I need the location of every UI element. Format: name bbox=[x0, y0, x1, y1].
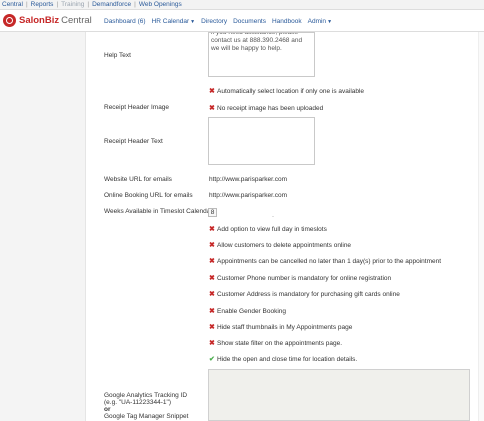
x-mark-icon: ✖ bbox=[209, 324, 215, 331]
auto-select-location-option[interactable]: ✖ Automatically select location if only … bbox=[209, 87, 365, 96]
x-mark-icon: ✖ bbox=[209, 308, 215, 315]
brand[interactable]: SalonBiz Central bbox=[3, 14, 92, 27]
salonbiz-logo-icon bbox=[3, 14, 16, 27]
nav-dashboard[interactable]: Dashboard (6) bbox=[104, 18, 146, 25]
x-mark-icon: ✖ bbox=[209, 88, 215, 95]
nav-hr-calendar-label: HR Calendar bbox=[151, 17, 190, 25]
option-phone-mandatory[interactable]: ✖ Customer Phone number is mandatory for… bbox=[209, 274, 392, 283]
option-label: Customer Phone number is mandatory for o… bbox=[217, 274, 392, 282]
ga-label-line1: Google Analytics Tracking ID bbox=[104, 392, 188, 399]
website-url-value: http://www.parisparker.com bbox=[209, 176, 288, 183]
weeks-available-value: 8 bbox=[210, 209, 215, 216]
option-hide-staff-thumbnails[interactable]: ✖ Hide staff thumbnails in My Appointmen… bbox=[209, 323, 353, 332]
x-mark-icon: ✖ bbox=[209, 340, 215, 347]
x-mark-icon: ✖ bbox=[209, 226, 215, 233]
x-mark-icon: ✖ bbox=[209, 242, 215, 249]
left-sidebar bbox=[0, 32, 86, 421]
decorative-dot: · bbox=[272, 214, 274, 220]
ga-label-line4: Google Tag Manager Snippet bbox=[104, 413, 189, 420]
option-gender-booking[interactable]: ✖ Enable Gender Booking bbox=[209, 307, 287, 316]
nav-hr-calendar[interactable]: HR Calendar▼ bbox=[152, 18, 196, 25]
x-mark-icon: ✖ bbox=[209, 105, 215, 112]
option-hide-open-close-time[interactable]: ✔ Hide the open and close time for locat… bbox=[209, 355, 358, 364]
option-label: Appointments can be cancelled no later t… bbox=[217, 257, 442, 265]
option-label: Allow customers to delete appointments o… bbox=[217, 241, 352, 249]
brand-suffix: Central bbox=[61, 15, 92, 26]
option-label: Customer Address is mandatory for purcha… bbox=[217, 290, 400, 298]
topbar-link-reports[interactable]: Reports bbox=[31, 1, 54, 8]
separator: | bbox=[56, 1, 59, 8]
receipt-header-text-label: Receipt Header Text bbox=[104, 138, 163, 145]
option-label: Hide staff thumbnails in My Appointments… bbox=[217, 323, 353, 331]
auto-select-location-label: Automatically select location if only on… bbox=[217, 87, 365, 95]
brand-name: SalonBiz bbox=[19, 15, 60, 26]
separator: | bbox=[87, 1, 90, 8]
topbar-link-training[interactable]: Training bbox=[61, 1, 84, 8]
nav-directory[interactable]: Directory bbox=[201, 18, 227, 25]
google-analytics-label: Google Analytics Tracking ID (e.g. "UA-1… bbox=[104, 392, 188, 420]
separator: | bbox=[25, 1, 28, 8]
option-show-state-filter[interactable]: ✖ Show state filter on the appointments … bbox=[209, 339, 343, 348]
right-edge-panel bbox=[478, 32, 484, 421]
x-mark-icon: ✖ bbox=[209, 258, 215, 265]
option-allow-delete-appointments[interactable]: ✖ Allow customers to delete appointments… bbox=[209, 241, 352, 250]
help-text-textarea[interactable]: if you need assistance, please contact u… bbox=[208, 32, 315, 77]
help-text-value: if you need assistance, please contact u… bbox=[211, 32, 303, 52]
topbar-link-central[interactable]: Central bbox=[2, 1, 23, 8]
nav-admin[interactable]: Admin▼ bbox=[308, 18, 332, 25]
chevron-down-icon: ▼ bbox=[327, 18, 333, 25]
online-booking-url-value: http://www.parisparker.com bbox=[209, 192, 288, 199]
receipt-header-text-textarea[interactable] bbox=[208, 117, 315, 165]
nav-handbook[interactable]: Handbook bbox=[272, 18, 302, 25]
nav-documents[interactable]: Documents bbox=[233, 18, 266, 25]
weeks-available-label: Weeks Available in Timeslot Calendar bbox=[104, 208, 213, 215]
option-label: Show state filter on the appointments pa… bbox=[217, 339, 343, 347]
ga-label-line3: or bbox=[104, 406, 188, 413]
help-text-label: Help Text bbox=[104, 52, 131, 59]
x-mark-icon: ✖ bbox=[209, 291, 215, 298]
nav-admin-label: Admin bbox=[307, 17, 327, 25]
website-url-label: Website URL for emails bbox=[104, 176, 172, 183]
option-address-mandatory[interactable]: ✖ Customer Address is mandatory for purc… bbox=[209, 290, 400, 299]
main-nav: Dashboard (6) HR Calendar▼ Directory Doc… bbox=[104, 10, 338, 32]
receipt-header-image-label: Receipt Header Image bbox=[104, 104, 170, 111]
receipt-image-status: ✖ No receipt image has been uploaded bbox=[209, 104, 324, 113]
chevron-down-icon: ▼ bbox=[190, 18, 196, 25]
receipt-image-message: No receipt image has been uploaded bbox=[217, 104, 324, 112]
option-label: Add option to view full day in timeslots bbox=[217, 225, 327, 233]
app-header: SalonBiz Central Dashboard (6) HR Calend… bbox=[0, 10, 484, 32]
weeks-available-select[interactable]: 8 bbox=[208, 208, 217, 217]
option-label: Enable Gender Booking bbox=[217, 307, 287, 315]
online-booking-url-label: Online Booking URL for emails bbox=[104, 192, 193, 199]
check-mark-icon: ✔ bbox=[209, 356, 215, 363]
option-view-full-day[interactable]: ✖ Add option to view full day in timeslo… bbox=[209, 225, 327, 234]
separator: | bbox=[134, 1, 136, 8]
top-utility-bar: Central | Reports | Training | Demandfor… bbox=[0, 0, 484, 10]
option-cancel-deadline[interactable]: ✖ Appointments can be cancelled no later… bbox=[209, 257, 442, 266]
option-label: Hide the open and close time for locatio… bbox=[217, 355, 358, 363]
ga-label-or: or bbox=[104, 406, 111, 413]
ga-label-line2: (e.g. "UA-11223344-1") bbox=[104, 399, 172, 406]
topbar-link-web-openings[interactable]: Web Openings bbox=[139, 1, 182, 8]
google-analytics-textarea[interactable] bbox=[208, 369, 470, 421]
x-mark-icon: ✖ bbox=[209, 275, 215, 282]
topbar-link-demandforce[interactable]: Demandforce bbox=[92, 1, 131, 8]
